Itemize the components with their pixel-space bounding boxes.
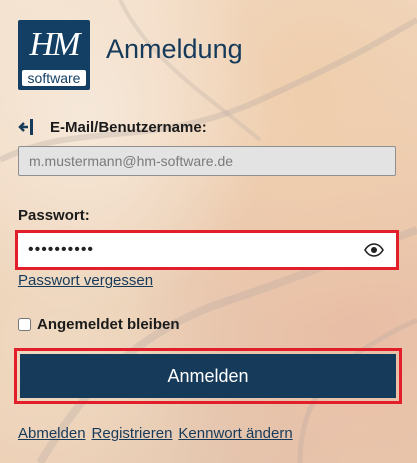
password-field-highlight — [15, 230, 399, 270]
register-link[interactable]: Registrieren — [92, 425, 173, 442]
login-button[interactable]: Anmelden — [20, 354, 396, 398]
submit-button-highlight: Anmelden — [14, 348, 402, 404]
eye-icon[interactable] — [364, 242, 384, 258]
remember-me-checkbox[interactable] — [18, 318, 31, 331]
remember-me[interactable]: Angemeldet bleiben — [18, 316, 180, 333]
page-title: Anmeldung — [106, 34, 243, 64]
forgot-password-link[interactable]: Passwort vergessen — [18, 272, 153, 289]
password-label: Passwort: — [18, 207, 90, 224]
login-arrow-icon — [18, 119, 33, 135]
login-panel: HM software Anmeldung E-Mail/Benutzernam… — [0, 0, 417, 463]
email-label-row: E-Mail/Benutzername: — [18, 117, 207, 137]
logout-link[interactable]: Abmelden — [18, 425, 86, 442]
remember-me-label: Angemeldet bleiben — [37, 316, 180, 333]
logo-monogram: HM — [29, 26, 81, 63]
password-field[interactable] — [20, 235, 366, 265]
footer-links: Abmelden Registrieren Kennwort ändern — [18, 425, 293, 442]
change-password-link[interactable]: Kennwort ändern — [178, 425, 292, 442]
hm-software-logo: HM software — [18, 20, 90, 90]
logo-subtitle: software — [22, 70, 86, 86]
email-field[interactable] — [18, 146, 396, 176]
email-label: E-Mail/Benutzername: — [50, 118, 207, 136]
